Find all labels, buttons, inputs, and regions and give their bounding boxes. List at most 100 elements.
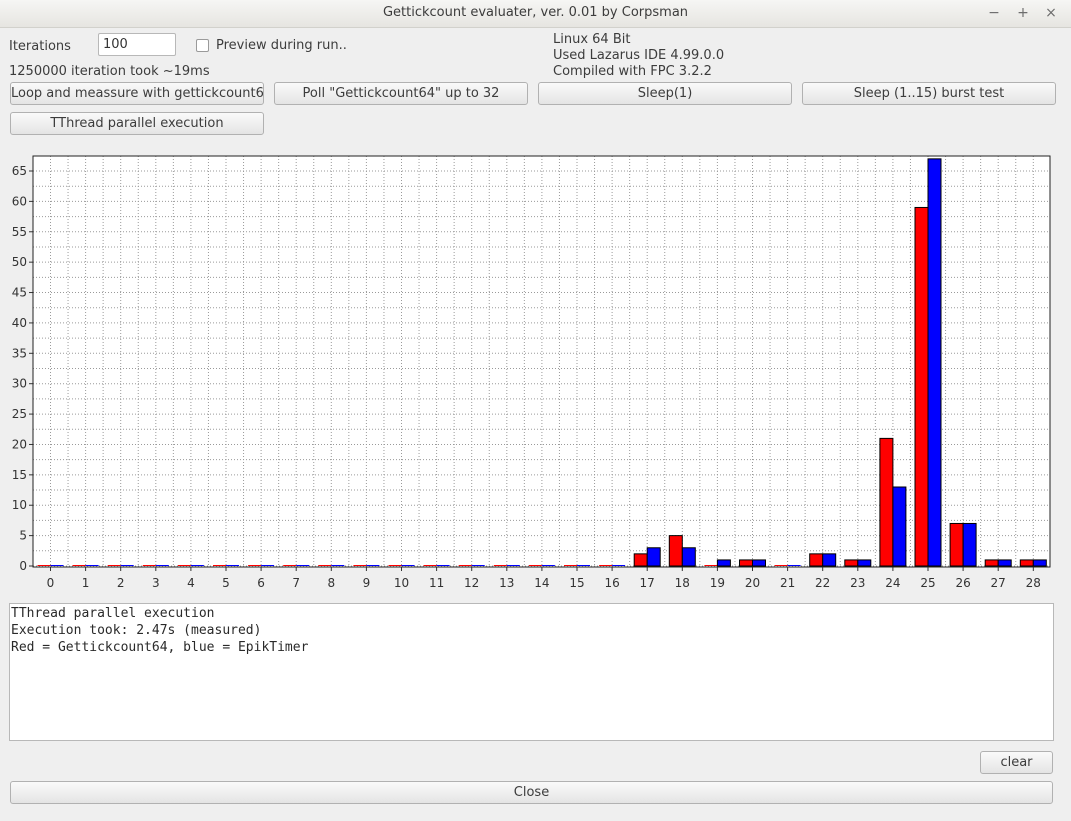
bar-red xyxy=(213,565,226,566)
x-tick-label: 5 xyxy=(222,576,230,590)
bar-blue xyxy=(927,158,942,567)
poll-button[interactable]: Poll "Gettickcount64" up to 32 xyxy=(274,82,528,105)
bar-red xyxy=(458,565,472,566)
bar-blue xyxy=(85,565,99,566)
bar-red xyxy=(599,565,613,566)
timing-text: 1250000 iteration took ~19ms xyxy=(9,64,210,79)
bar-red xyxy=(142,565,156,566)
bar-blue xyxy=(716,559,731,567)
bar-blue xyxy=(857,559,872,567)
bar-blue xyxy=(120,565,134,566)
bar-red xyxy=(493,565,507,566)
x-tick-label: 10 xyxy=(394,576,409,590)
bar-blue xyxy=(471,565,485,566)
bar-red xyxy=(564,565,577,566)
x-tick-label: 15 xyxy=(569,576,584,590)
bar-red xyxy=(37,565,51,566)
x-tick-label: 16 xyxy=(604,576,619,590)
y-tick-label: 30 xyxy=(12,377,27,391)
bar-blue xyxy=(1032,559,1047,567)
log-memo[interactable]: TThread parallel execution Execution too… xyxy=(9,603,1054,741)
x-tick-label: 7 xyxy=(292,576,300,590)
bar-red xyxy=(353,565,367,566)
bar-blue xyxy=(646,547,661,567)
y-tick-label: 15 xyxy=(12,468,27,482)
bar-blue xyxy=(155,565,169,566)
preview-checkbox[interactable] xyxy=(196,39,209,52)
x-tick-label: 9 xyxy=(363,576,371,590)
iterations-label: Iterations xyxy=(9,39,71,54)
x-tick-label: 3 xyxy=(152,576,160,590)
bar-blue xyxy=(787,565,801,566)
chart-svg: 051015202530354045505560650 1 2 3 4 5 6 7 8 9 10 11… xyxy=(12,155,1051,590)
x-tick-label: 27 xyxy=(991,576,1006,590)
y-tick-label: 10 xyxy=(12,498,27,512)
bar-red xyxy=(248,565,262,566)
iterations-input[interactable] xyxy=(98,33,176,56)
y-tick-label: 0 xyxy=(19,559,27,573)
bar-blue xyxy=(436,565,450,566)
x-tick-label: 12 xyxy=(464,576,479,590)
loop-measure-button[interactable]: Loop and meassure with gettickcount64 xyxy=(10,82,264,105)
bar-blue xyxy=(50,565,64,566)
x-tick-label: 11 xyxy=(429,576,444,590)
preview-label[interactable]: Preview during run.. xyxy=(216,38,347,53)
bar-blue xyxy=(366,565,380,566)
bar-red xyxy=(668,535,683,567)
bar-blue xyxy=(892,486,907,567)
minimize-icon[interactable]: − xyxy=(983,3,1005,23)
burst-test-button[interactable]: Sleep (1..15) burst test xyxy=(802,82,1056,105)
bar-red xyxy=(423,565,437,566)
bar-red xyxy=(739,559,753,567)
os-info: Linux 64 Bit xyxy=(553,32,631,47)
compiler-info: Compiled with FPC 3.2.2 xyxy=(553,64,712,79)
bar-red xyxy=(774,565,788,566)
x-tick-label: 13 xyxy=(499,576,514,590)
x-tick-label: 14 xyxy=(534,576,549,590)
clear-button[interactable]: clear xyxy=(980,751,1053,774)
bar-red xyxy=(809,553,824,567)
bar-blue xyxy=(612,565,626,566)
log-line: TThread parallel execution xyxy=(11,606,215,621)
close-icon[interactable]: × xyxy=(1040,3,1062,23)
bar-blue xyxy=(401,565,415,566)
y-tick-label: 25 xyxy=(12,407,27,421)
bar-blue xyxy=(997,559,1012,567)
x-tick-label: 26 xyxy=(955,576,970,590)
bar-red xyxy=(283,565,297,566)
x-tick-label: 6 xyxy=(257,576,265,590)
tthread-button[interactable]: TThread parallel execution xyxy=(10,112,264,135)
ide-info: Used Lazarus IDE 4.99.0.0 xyxy=(553,48,725,63)
y-tick-label: 5 xyxy=(19,529,27,543)
bar-blue xyxy=(822,553,837,567)
x-tick-label: 19 xyxy=(710,576,725,590)
log-line: Red = Gettickcount64, blue = EpikTimer xyxy=(11,640,309,655)
bar-red xyxy=(949,522,964,567)
bar-red xyxy=(388,565,402,566)
x-tick-label: 20 xyxy=(745,576,760,590)
maximize-icon[interactable]: + xyxy=(1012,3,1034,23)
bar-red xyxy=(704,565,718,566)
histogram-chart: 0 5 10 15 20 25 30 35 40 45 50 55 60 65 0 1 2 3 4 5 6 7 8 9 10 11… xyxy=(0,140,1071,600)
bar-blue xyxy=(261,565,275,566)
close-button[interactable]: Close xyxy=(10,781,1053,804)
x-tick-label: 25 xyxy=(920,576,935,590)
bar-red xyxy=(318,565,332,566)
bar-red xyxy=(984,559,999,567)
bar-red xyxy=(177,565,191,566)
x-tick-label: 17 xyxy=(640,576,655,590)
bar-blue xyxy=(296,565,310,566)
bar-red xyxy=(879,437,894,567)
x-tick-label: 2 xyxy=(117,576,125,590)
bar-red xyxy=(633,553,648,567)
y-tick-label: 65 xyxy=(12,164,27,178)
sleep-button[interactable]: Sleep(1) xyxy=(538,82,792,105)
x-tick-label: 8 xyxy=(327,576,335,590)
y-tick-label: 35 xyxy=(12,346,27,360)
bar-blue xyxy=(577,565,590,566)
y-tick-label: 60 xyxy=(12,194,27,208)
bar-red xyxy=(1019,559,1034,567)
bar-blue xyxy=(962,522,977,567)
bar-red xyxy=(914,206,929,567)
title-bar: Gettickcount evaluater, ver. 0.01 by Cor… xyxy=(0,0,1071,28)
